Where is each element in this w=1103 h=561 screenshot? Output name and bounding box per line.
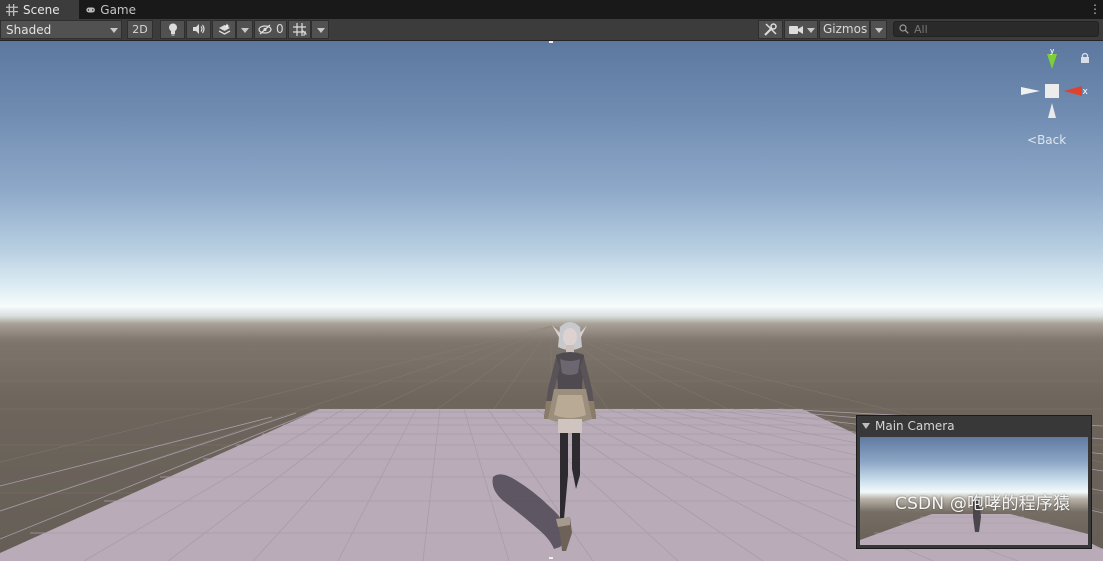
effects-dropdown-button[interactable] [236,20,253,39]
chevron-down-icon [875,28,883,33]
grid-snap-icon [292,23,307,36]
audio-toggle-button[interactable] [186,20,211,39]
more-options-icon[interactable]: ⋮ [1089,2,1101,16]
chevron-down-icon [241,28,249,33]
shading-mode-value: Shaded [6,23,52,37]
lighting-toggle-button[interactable] [160,20,185,39]
gizmos-button[interactable]: Gizmos [819,20,870,39]
watermark: CSDN @咆哮的程序猿 [895,494,1071,514]
tab-scene[interactable]: Scene [0,0,79,19]
tools-button[interactable] [758,20,783,39]
gizmo-y-label: y [1050,49,1056,56]
camera-preview-panel: Main Camera [856,415,1092,549]
speaker-icon [193,24,205,34]
scene-viewport[interactable]: y x <Back Main Camera [0,41,1103,561]
gamepad-icon [86,7,95,12]
unity-scene-window: Scene Game ⋮ Shaded 2D 0 Gizmos All y x … [0,0,1103,561]
chevron-down-icon [807,28,815,33]
lightbulb-icon [168,23,177,36]
toggle-2d-label: 2D [132,23,148,36]
viewport-top-marker [549,41,553,43]
chevron-down-icon [317,28,325,33]
video-camera-icon [789,26,803,34]
effects-toggle-button[interactable] [212,20,236,39]
gizmos-label: Gizmos [823,22,868,36]
grid-icon [6,3,18,16]
grid-dropdown-button[interactable] [311,20,329,39]
tab-bar: Scene Game ⋮ [0,0,1103,20]
scene-toolbar: Shaded 2D 0 Gizmos All [0,19,1103,41]
character-model[interactable] [530,319,610,551]
orientation-gizmo[interactable]: y x [1015,49,1090,124]
tab-scene-label: Scene [23,2,60,17]
shading-mode-dropdown[interactable]: Shaded [0,20,122,39]
camera-preview-title: Main Camera [875,419,955,433]
camera-preview-header[interactable]: Main Camera [857,416,1091,436]
toggle-2d-button[interactable]: 2D [127,20,153,39]
gizmo-x-label: x [1083,87,1089,97]
viewport-bottom-marker [549,557,553,559]
hidden-count: 0 [276,22,284,36]
orientation-text: Back [1037,133,1067,147]
hidden-objects-toggle-button[interactable]: 0 [254,20,287,39]
camera-settings-button[interactable] [784,20,818,39]
view-orientation-label[interactable]: <Back [1027,133,1066,147]
lock-icon[interactable] [1080,52,1090,63]
layers-icon [218,23,230,35]
gizmos-dropdown-button[interactable] [870,20,887,39]
grid-toggle-button[interactable] [288,20,311,39]
search-input[interactable] [914,22,1092,36]
eye-hidden-icon [258,24,272,35]
foldout-triangle-icon[interactable] [862,423,870,429]
back-chevron-icon: < [1027,133,1038,147]
chevron-down-icon [110,28,118,33]
hierarchy-search-field[interactable] [893,21,1099,37]
search-icon [899,24,909,34]
tools-icon [764,23,777,36]
tab-game-label: Game [100,2,136,17]
tab-game[interactable]: Game [80,0,144,19]
